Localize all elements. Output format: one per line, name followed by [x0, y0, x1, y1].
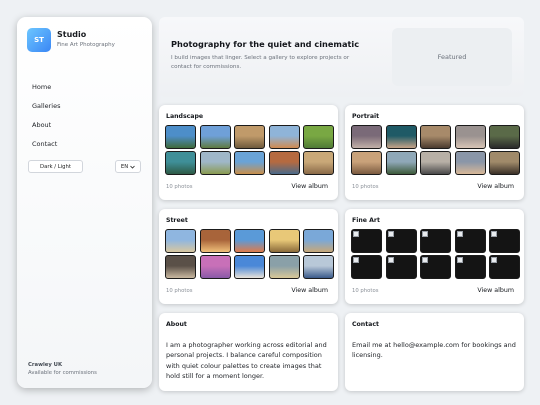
- sidebar: ST Studio Fine Art Photography Home Gall…: [17, 17, 152, 388]
- album-thumbnails: [165, 125, 334, 175]
- album-thumbnail[interactable]: [420, 229, 451, 253]
- album-thumbnail[interactable]: [385, 255, 417, 279]
- album-thumbnail[interactable]: [303, 125, 334, 149]
- album-card-portrait: Portrait 10 photos View album: [345, 105, 524, 200]
- album-thumbnail[interactable]: [420, 125, 451, 149]
- album-thumbnail[interactable]: [268, 151, 300, 175]
- album-count: 10 photos: [166, 288, 193, 294]
- contact-title: Contact: [352, 321, 379, 328]
- album-thumbnail[interactable]: [489, 125, 520, 149]
- album-thumbnail[interactable]: [165, 125, 196, 149]
- view-album-link[interactable]: View album: [291, 183, 328, 190]
- hero-panel: Photography for the quiet and cinematic …: [159, 17, 524, 97]
- album-thumbnail[interactable]: [489, 255, 520, 279]
- footer-status: Available for commissions: [28, 370, 97, 376]
- album-count: 10 photos: [166, 184, 193, 190]
- album-thumbnail[interactable]: [454, 151, 486, 175]
- album-thumbnail[interactable]: [234, 151, 265, 175]
- album-thumbnails: [351, 125, 520, 175]
- nav-galleries[interactable]: Galleries: [32, 102, 61, 110]
- album-thumbnail[interactable]: [351, 125, 382, 149]
- album-thumbnail[interactable]: [351, 255, 382, 279]
- album-thumbnail[interactable]: [199, 151, 231, 175]
- language-select[interactable]: EN: [115, 160, 141, 173]
- nav-home[interactable]: Home: [32, 83, 51, 91]
- album-thumbnails: [165, 229, 334, 279]
- brand-subtitle: Fine Art Photography: [57, 42, 115, 48]
- album-thumbnail[interactable]: [454, 125, 486, 149]
- album-thumbnail[interactable]: [268, 255, 300, 279]
- album-thumbnail[interactable]: [303, 229, 334, 253]
- album-thumbnail[interactable]: [268, 229, 300, 253]
- album-thumbnail[interactable]: [234, 229, 265, 253]
- album-thumbnail[interactable]: [420, 255, 451, 279]
- album-thumbnail[interactable]: [351, 151, 382, 175]
- view-album-link[interactable]: View album: [291, 287, 328, 294]
- album-title: Landscape: [166, 113, 204, 120]
- view-album-link[interactable]: View album: [477, 183, 514, 190]
- album-card-landscape: Landscape 10 photos View album: [159, 105, 338, 200]
- album-thumbnail[interactable]: [268, 125, 300, 149]
- album-thumbnail[interactable]: [165, 151, 196, 175]
- brand-name: Studio: [57, 30, 87, 39]
- album-count: 10 photos: [352, 184, 379, 190]
- album-thumbnail[interactable]: [351, 229, 382, 253]
- featured-image-placeholder[interactable]: Featured: [392, 28, 512, 86]
- album-thumbnail[interactable]: [234, 125, 265, 149]
- contact-text: Email me at hello@example.com for bookin…: [352, 341, 516, 360]
- album-thumbnail[interactable]: [385, 229, 417, 253]
- album-thumbnail[interactable]: [303, 151, 334, 175]
- hero-title: Photography for the quiet and cinematic: [171, 39, 360, 49]
- album-title: Portrait: [352, 113, 380, 120]
- album-thumbnail[interactable]: [165, 229, 196, 253]
- about-card: About I am a photographer working across…: [159, 313, 338, 391]
- album-thumbnail[interactable]: [454, 255, 486, 279]
- album-thumbnail[interactable]: [489, 229, 520, 253]
- nav-about[interactable]: About: [32, 121, 51, 129]
- theme-toggle-button[interactable]: Dark / Light: [28, 160, 83, 173]
- album-thumbnail[interactable]: [303, 255, 334, 279]
- album-thumbnail[interactable]: [385, 151, 417, 175]
- footer-location: Crawley UK: [28, 362, 63, 368]
- album-thumbnail[interactable]: [385, 125, 417, 149]
- album-title: Street: [166, 217, 188, 224]
- album-thumbnail[interactable]: [199, 229, 231, 253]
- album-thumbnail[interactable]: [420, 151, 451, 175]
- album-count: 10 photos: [352, 288, 379, 294]
- album-thumbnail[interactable]: [199, 255, 231, 279]
- nav-contact[interactable]: Contact: [32, 140, 57, 148]
- view-album-link[interactable]: View album: [477, 287, 514, 294]
- album-card-street: Street 10 photos View album: [159, 209, 338, 304]
- album-thumbnail[interactable]: [165, 255, 196, 279]
- contact-card: Contact Email me at hello@example.com fo…: [345, 313, 524, 391]
- album-thumbnails: [351, 229, 520, 279]
- about-text: I am a photographer working across edito…: [166, 341, 327, 381]
- brand-logo[interactable]: ST: [27, 28, 51, 52]
- language-selected-value: EN: [120, 163, 129, 170]
- hero-description: I build images that linger. Select a gal…: [171, 55, 350, 70]
- chevron-down-icon: [130, 165, 135, 169]
- album-thumbnail[interactable]: [454, 229, 486, 253]
- album-card-fine-art: Fine Art 10 photos View album: [345, 209, 524, 304]
- album-thumbnail[interactable]: [199, 125, 231, 149]
- about-title: About: [166, 321, 187, 328]
- album-thumbnail[interactable]: [234, 255, 265, 279]
- album-title: Fine Art: [352, 217, 380, 224]
- album-thumbnail[interactable]: [489, 151, 520, 175]
